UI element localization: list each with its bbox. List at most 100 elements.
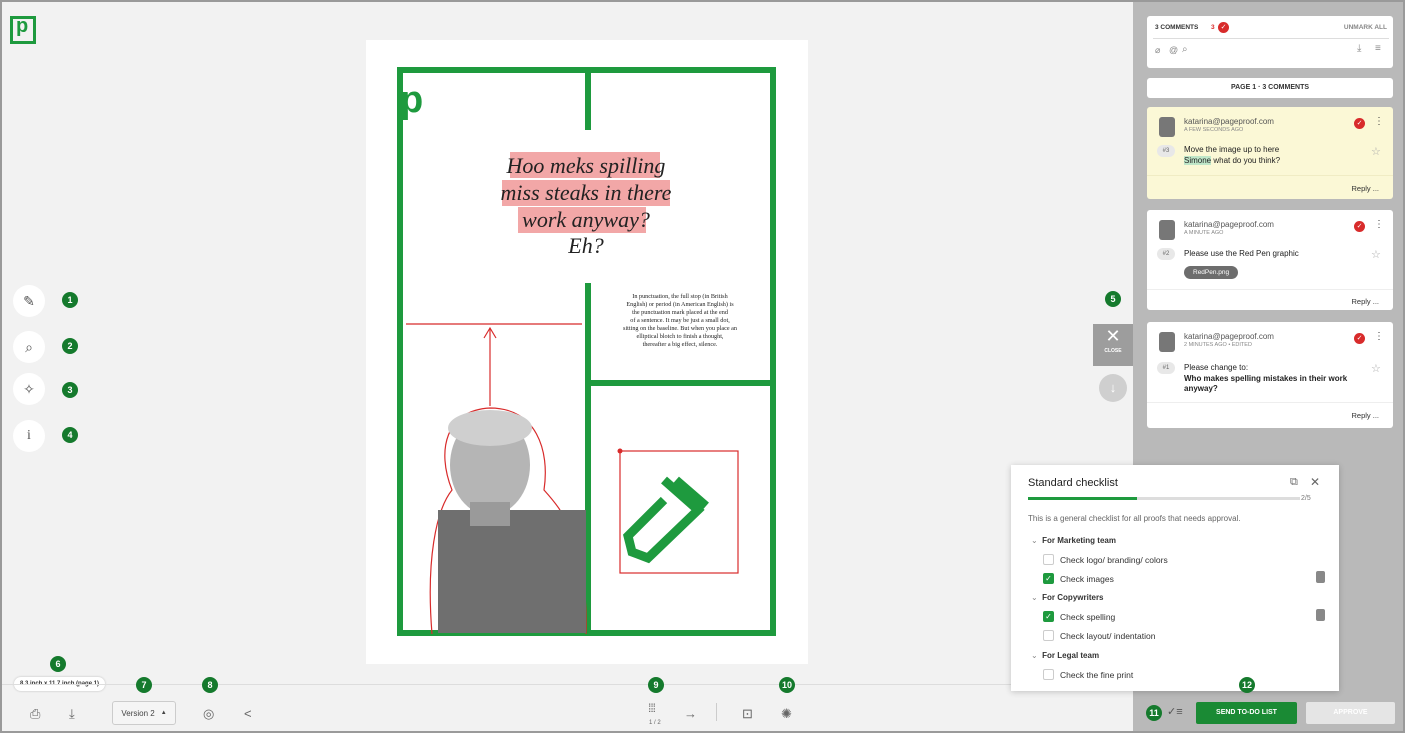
compare-icon[interactable]: ◎ [203,706,214,722]
pen-icon: ✎ [23,292,35,309]
resolved-check-icon[interactable]: ✓ [1354,221,1365,232]
comment-card-1[interactable]: katarina@pageproof.com 2 MINUTES AGO • E… [1147,322,1393,428]
chevron-down-icon: ⌄ [1031,651,1043,660]
next-page-arrow-icon[interactable]: → [684,706,697,721]
section-marketing[interactable]: ⌄ For Marketing team [1031,536,1116,545]
comment-card-2[interactable]: katarina@pageproof.com A MINUTE AGO ✓ ⋮ … [1147,210,1393,310]
checklist-item[interactable]: ✓ Check spelling [1043,611,1115,622]
more-options-icon[interactable]: ⋮ [1374,331,1384,342]
checklist-progress-count: 2/5 [1301,495,1311,502]
send-todo-list-button[interactable]: SEND TO-DO LIST [1196,702,1297,724]
sort-icon[interactable]: ≡ [1375,43,1381,54]
star-icon[interactable]: ☆ [1371,362,1381,375]
checklist-item[interactable]: Check logo/ branding/ colors [1043,554,1168,565]
avatar [1159,117,1175,137]
approve-button[interactable]: APPROVE [1306,702,1395,724]
checklist-item[interactable]: ✓ Check images [1043,573,1114,584]
comments-header: 3 COMMENTS 3 ✓ UNMARK ALL ⌀ @ ⌕ ⤓ ≡ [1147,16,1393,68]
close-icon: ✕ [1105,326,1121,346]
unmark-all-button[interactable]: UNMARK ALL [1344,24,1387,31]
more-options-icon[interactable]: ⋮ [1374,116,1384,127]
body-line-7: thereafter a big effect, silence. [643,341,718,348]
header-divider [1153,38,1389,39]
checkbox-checked[interactable]: ✓ [1043,611,1054,622]
preview-icon[interactable]: ⊡ [742,706,753,722]
info-tool-button[interactable]: i [13,420,45,452]
arrow-down-icon: ↓ [1109,380,1117,395]
checklist-item[interactable]: Check layout/ indentation [1043,630,1155,641]
checklist-toggle-icon[interactable]: ✓≡ [1167,705,1183,718]
mention-icon[interactable]: @ [1169,45,1178,55]
mention-tag[interactable]: Simone [1184,156,1212,165]
info-icon: i [27,428,31,443]
proof-page[interactable]: p Hoo meks spilling miss steaks in there… [366,40,808,664]
comment-text: Please change to: [1184,363,1249,372]
more-options-icon[interactable]: ⋮ [1374,219,1384,230]
section-copywriters[interactable]: ⌄ For Copywriters [1031,593,1104,602]
zoom-tool-button[interactable]: ⌕ [13,331,45,363]
magic-wand-icon: ✧ [23,380,35,397]
attachment-chip[interactable]: RedPen.png [1184,266,1239,279]
resolved-count: 3 [1211,24,1215,31]
checklist-panel: Standard checklist ⧉ ✕ 2/5 This is a gen… [1011,465,1339,691]
star-icon[interactable]: ☆ [1371,248,1381,261]
comment-author: katarina@pageproof.com [1184,332,1274,341]
card-divider [1147,402,1393,403]
close-sidebar-button[interactable]: ✕ CLOSE [1093,324,1133,366]
callout-badge-6: 6 [50,656,66,672]
search-icon[interactable]: ⌕ [1182,44,1188,55]
comment-suggestion: Who makes spelling mistakes in their wor… [1184,374,1348,393]
checkbox-checked[interactable]: ✓ [1043,573,1054,584]
comment-time: A MINUTE AGO [1184,230,1224,236]
checklist-description: This is a general checklist for all proo… [1028,514,1241,523]
zoom-icon: ⌕ [25,338,33,355]
share-icon[interactable]: < [244,706,252,721]
section-legal[interactable]: ⌄ For Legal team [1031,651,1099,660]
reply-button[interactable]: Reply ... [1351,184,1379,193]
star-icon[interactable]: ☆ [1371,145,1381,158]
callout-badge-5: 5 [1105,291,1121,307]
resolved-check-icon[interactable]: ✓ [1354,118,1365,129]
avatar [1159,332,1175,352]
comment-number: #1 [1157,362,1175,374]
card-divider [1147,175,1393,176]
checkbox[interactable] [1043,669,1054,680]
callout-badge-11: 11 [1146,705,1162,721]
pen-tool-button[interactable]: ✎ [13,285,45,317]
toolbar-divider [716,703,717,721]
magic-tool-button[interactable]: ✧ [13,373,45,405]
close-icon[interactable]: ✕ [1310,475,1320,489]
checkbox[interactable] [1043,630,1054,641]
scroll-down-button[interactable]: ↓ [1099,374,1127,402]
body-line-6: elliptical blotch to finish a thought, [637,333,724,340]
card-divider [1147,289,1393,290]
reply-button[interactable]: Reply ... [1351,297,1379,306]
resolved-check-icon: ✓ [1218,22,1229,33]
version-label: Version 2 [121,708,155,718]
comment-text: Move the image up to here [1184,145,1280,154]
comment-time: 2 MINUTES AGO • EDITED [1184,342,1252,348]
avatar [1316,571,1325,583]
attachment-icon[interactable]: ⌀ [1155,45,1160,56]
checkbox[interactable] [1043,554,1054,565]
comment-number: #3 [1157,145,1175,157]
download-comments-icon[interactable]: ⤓ [1357,43,1361,54]
resolved-check-icon[interactable]: ✓ [1354,333,1365,344]
page-counter: 1 / 2 [649,720,661,726]
version-selector[interactable]: Version 2 ▲ [112,701,176,725]
grid-pages-icon[interactable]: ⁞⁞⁞ [648,701,656,715]
print-icon[interactable]: ⎙ [30,706,40,722]
color-palette-icon[interactable]: ✺ [781,706,792,722]
download-icon[interactable]: ⤓ [69,706,75,722]
callout-badge-3: 3 [62,382,78,398]
callout-badge-7: 7 [136,677,152,693]
comments-count-label: 3 COMMENTS [1155,24,1199,31]
headline-tail: Eh? [567,233,603,258]
comment-number: #2 [1157,248,1175,260]
reply-button[interactable]: Reply ... [1351,411,1379,420]
checklist-item[interactable]: Check the fine print [1043,669,1133,680]
proof-artwork: p Hoo meks spilling miss steaks in there… [397,67,776,636]
checklist-title: Standard checklist [1028,477,1118,489]
comment-card-3[interactable]: katarina@pageproof.com A FEW SECONDS AGO… [1147,107,1393,199]
open-external-icon[interactable]: ⧉ [1290,476,1298,489]
